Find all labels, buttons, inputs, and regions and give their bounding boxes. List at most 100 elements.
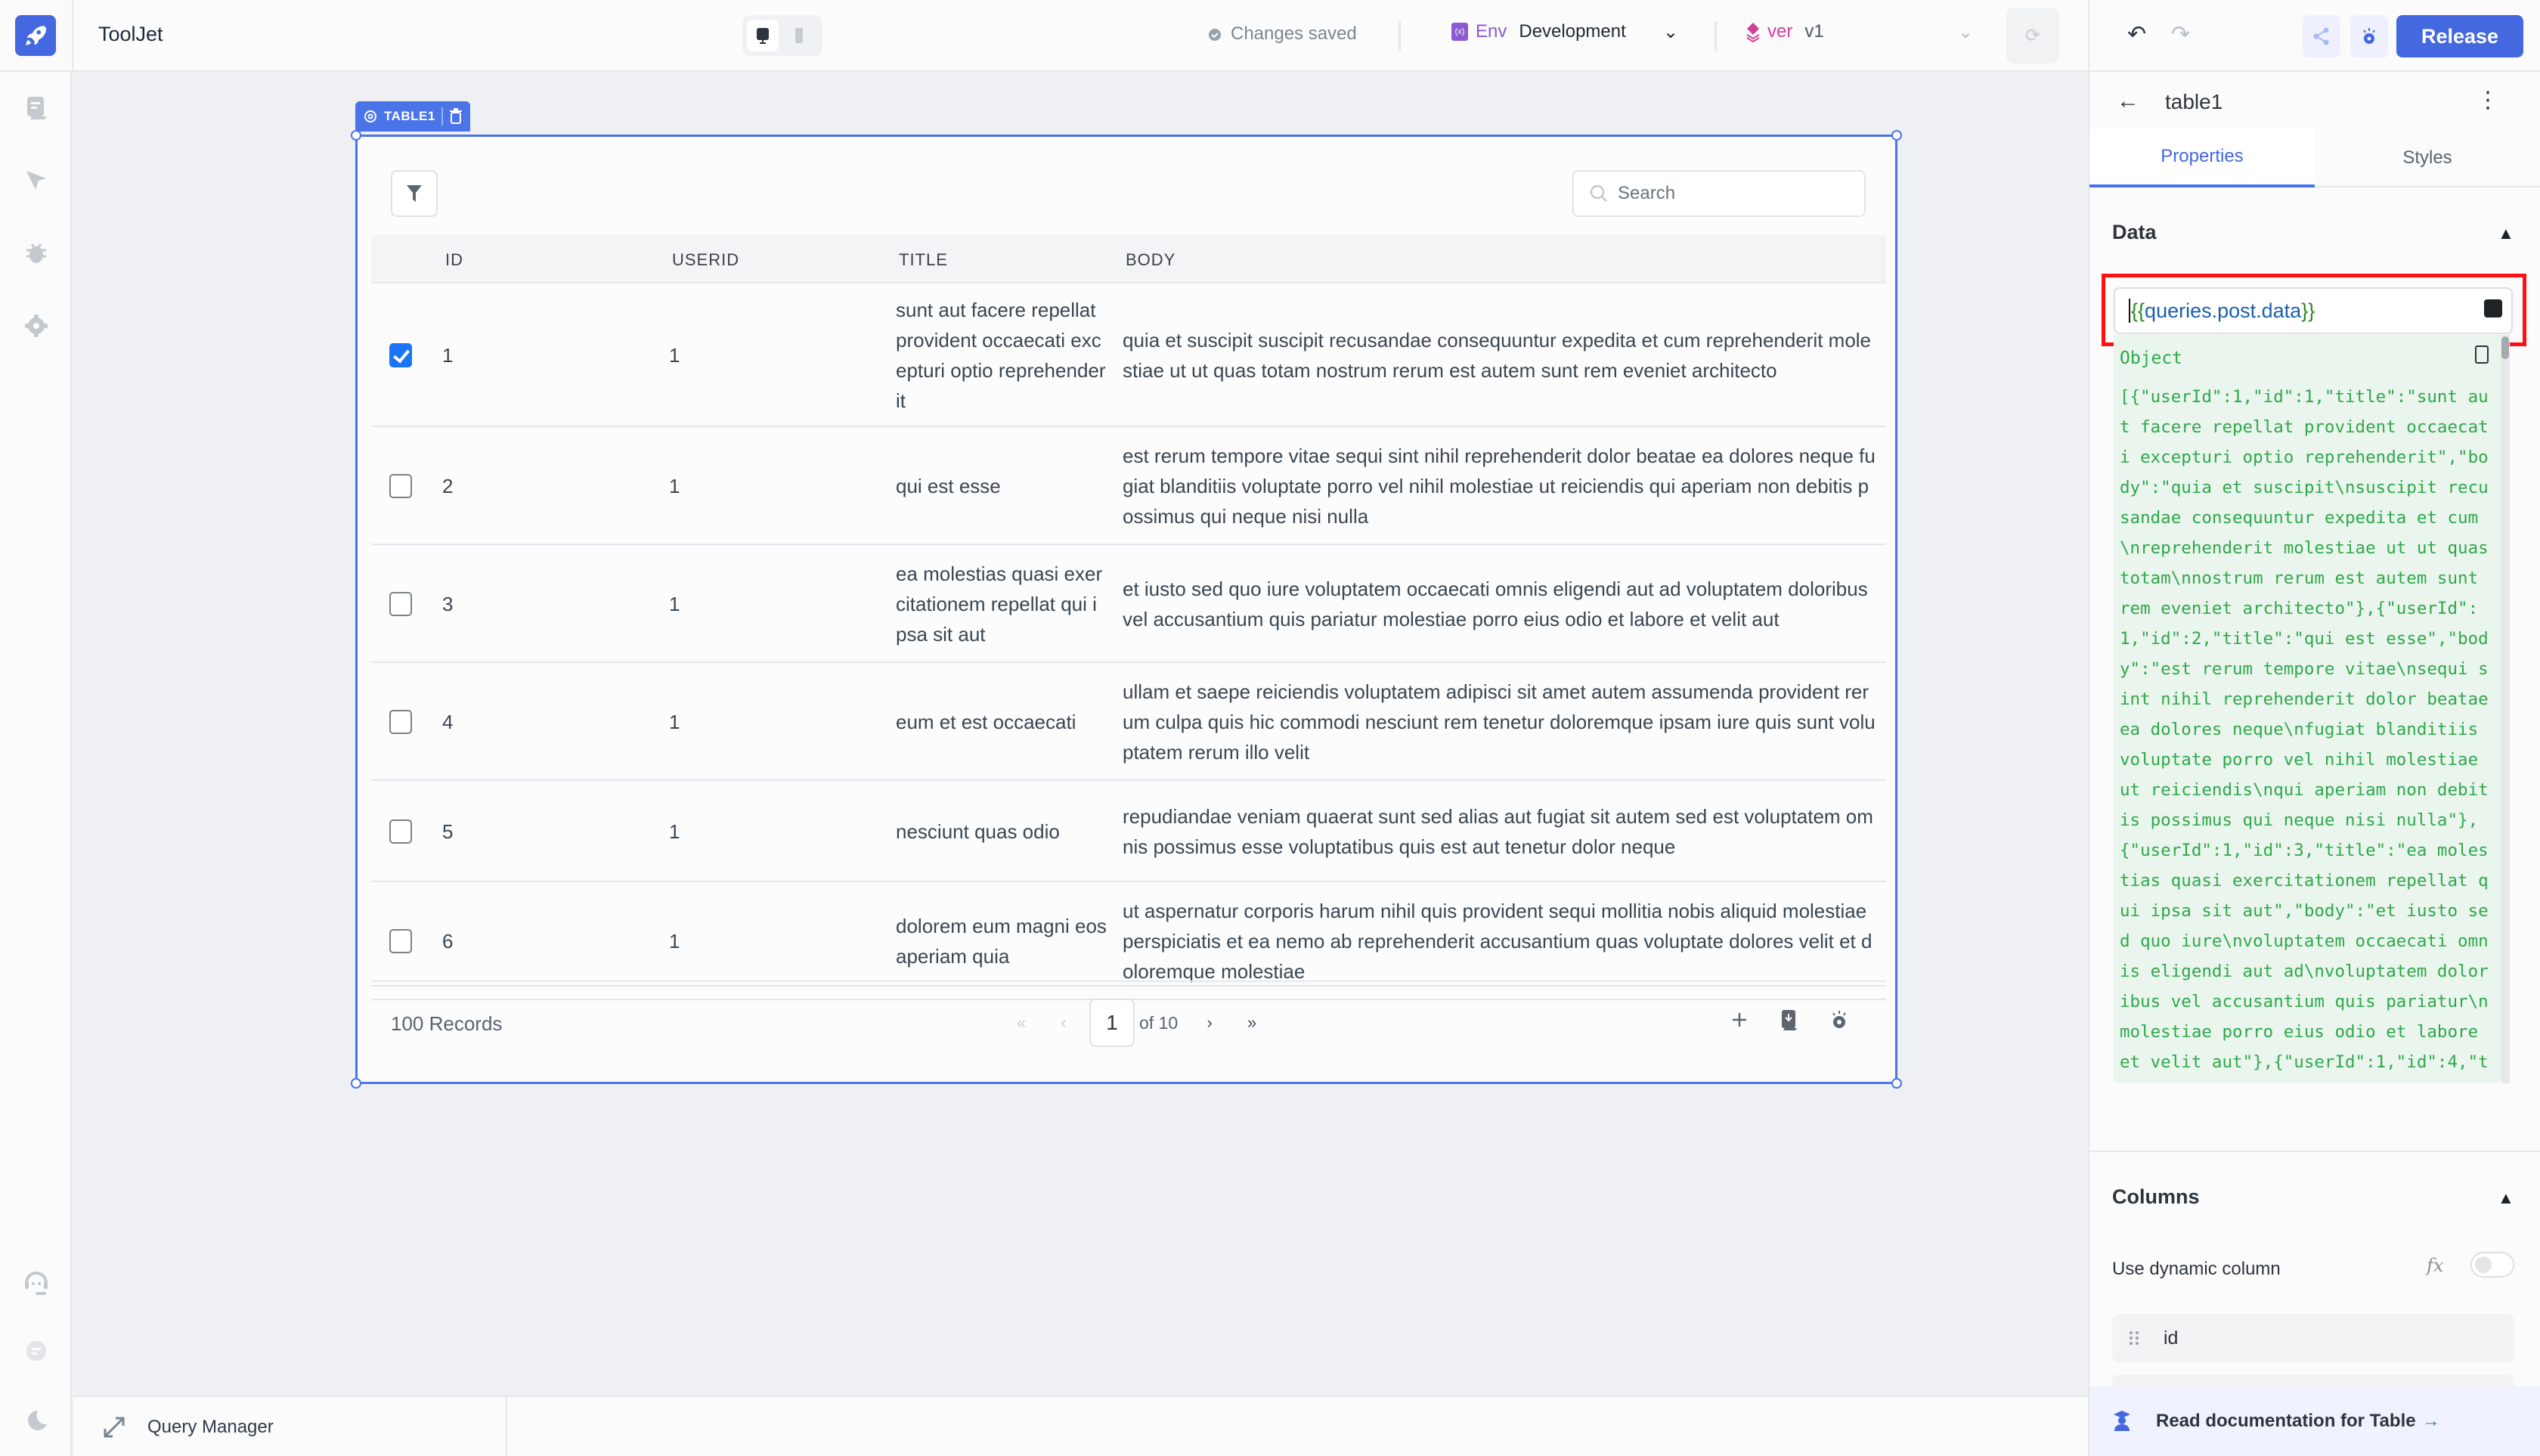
cell-body: est rerum tempore vitae sequi sint nihil… xyxy=(1123,445,1876,528)
columns-section-title[interactable]: Columns xyxy=(2112,1185,2200,1209)
column-visibility-button[interactable] xyxy=(1826,1006,1853,1033)
column-header-body[interactable]: BODY xyxy=(1126,250,1176,270)
data-section-title[interactable]: Data xyxy=(2112,221,2157,244)
fx-button[interactable]: fx xyxy=(2427,1255,2443,1276)
env-value: Development xyxy=(1519,21,1626,42)
save-status-text: Changes saved xyxy=(1231,23,1357,44)
data-expression-input[interactable]: {{ queries.post.data }} xyxy=(2114,287,2513,334)
column-item[interactable]: id xyxy=(2112,1314,2514,1362)
row-checkbox[interactable] xyxy=(389,929,412,953)
last-page-button[interactable]: » xyxy=(1231,1013,1273,1033)
sidebar-item-chat[interactable] xyxy=(23,1337,50,1365)
column-header-id[interactable]: ID xyxy=(445,250,463,270)
left-sidebar xyxy=(0,72,72,1456)
download-button[interactable] xyxy=(1776,1006,1803,1033)
share-button[interactable] xyxy=(2303,15,2340,57)
trash-icon[interactable] xyxy=(449,108,463,125)
cell-id: 6 xyxy=(442,930,454,953)
collapse-caret-icon[interactable]: ▲ xyxy=(2498,1188,2514,1208)
sidebar-item-settings[interactable] xyxy=(23,312,50,339)
resize-handle[interactable] xyxy=(351,130,361,141)
expand-query-manager-button[interactable] xyxy=(101,1414,128,1441)
filter-button[interactable] xyxy=(391,170,438,217)
table-row[interactable]: 2 1 qui est esse est rerum tempore vitae se… xyxy=(371,427,1886,545)
desktop-view-button[interactable] xyxy=(747,20,779,51)
row-checkbox[interactable] xyxy=(389,592,412,616)
component-name[interactable]: table1 xyxy=(2165,90,2222,114)
back-arrow-icon[interactable]: ← xyxy=(2117,88,2139,114)
environment-selector[interactable]: (x) Env Development xyxy=(1451,21,1626,42)
sidebar-item-pages[interactable] xyxy=(23,94,50,122)
table-row[interactable]: 3 1 ea molestias quasi exercitationem repe… xyxy=(371,545,1886,663)
top-bar: ToolJet Changes saved (x) Env Developmen… xyxy=(0,0,2088,72)
chevron-down-icon[interactable]: ⌄ xyxy=(1958,21,1973,43)
preview-button[interactable] xyxy=(2350,15,2388,57)
cell-id: 5 xyxy=(442,820,454,843)
drag-handle-icon[interactable] xyxy=(2129,1331,2139,1346)
scrollbar-thumb[interactable] xyxy=(2501,336,2509,359)
mobile-view-button[interactable] xyxy=(783,20,815,51)
device-toggle xyxy=(742,15,822,56)
download-icon xyxy=(1782,1010,1797,1030)
app-name[interactable]: ToolJet xyxy=(98,23,163,46)
divider xyxy=(506,1397,507,1456)
pages-icon xyxy=(27,97,47,119)
first-page-button[interactable]: « xyxy=(1000,1013,1042,1033)
preview-scrollbar[interactable] xyxy=(2501,335,2510,1083)
cell-userid: 1 xyxy=(669,475,680,497)
copy-icon[interactable] xyxy=(2475,345,2489,364)
table-row[interactable]: 5 1 nesciunt quas odio repudiandae veniam q… xyxy=(371,781,1886,882)
table-search[interactable] xyxy=(1572,170,1866,217)
widget-tag[interactable]: TABLE1 xyxy=(355,101,470,132)
sidebar-item-dark-mode[interactable] xyxy=(23,1408,50,1435)
query-manager-label[interactable]: Query Manager xyxy=(147,1417,274,1438)
row-checkbox[interactable] xyxy=(389,819,412,844)
prev-page-button[interactable]: ‹ xyxy=(1042,1013,1085,1033)
resize-handle[interactable] xyxy=(1891,1078,1902,1089)
doc-link-text: Read documentation for Table xyxy=(2156,1411,2416,1431)
tab-styles[interactable]: Styles xyxy=(2315,129,2540,187)
table-widget[interactable]: ID USERID TITLE BODY 1 1 sunt aut facere r… xyxy=(351,130,1902,1089)
chevron-down-icon[interactable]: ⌄ xyxy=(1663,21,1678,43)
more-options-icon[interactable]: ⋮ xyxy=(2476,87,2499,113)
tooljet-logo[interactable] xyxy=(15,15,56,56)
table-row[interactable]: 1 1 sunt aut facere repellat provident occ… xyxy=(371,283,1886,427)
release-button[interactable]: Release xyxy=(2396,15,2523,57)
expression-close-brace: }} xyxy=(2301,299,2315,322)
sidebar-item-inspector[interactable] xyxy=(23,167,50,194)
table-row[interactable]: 4 1 eum et est occaecati ullam et saepe rei… xyxy=(371,663,1886,781)
page-number-input[interactable]: 1 xyxy=(1089,999,1135,1047)
expand-editor-icon[interactable] xyxy=(2484,299,2502,318)
table-actions xyxy=(1726,1006,1853,1033)
undo-button[interactable]: ↶ xyxy=(2127,21,2146,48)
tab-properties[interactable]: Properties xyxy=(2089,129,2315,187)
sidebar-item-debugger[interactable] xyxy=(23,240,50,267)
redo-button[interactable]: ↷ xyxy=(2171,21,2190,48)
add-row-button[interactable] xyxy=(1726,1006,1753,1033)
desktop-icon xyxy=(757,28,769,44)
layers-icon xyxy=(1746,23,1760,42)
sync-button[interactable]: ⟳ xyxy=(2006,8,2059,64)
cell-title: ea molestias quasi exercitationem repell… xyxy=(896,562,1103,646)
documentation-link[interactable]: Read documentation for Table → xyxy=(2089,1386,2540,1456)
next-page-button[interactable]: › xyxy=(1188,1013,1231,1033)
dynamic-column-toggle[interactable] xyxy=(2470,1252,2514,1278)
sidebar-item-support[interactable] xyxy=(23,1269,50,1296)
column-header-userid[interactable]: USERID xyxy=(672,250,739,270)
search-input[interactable] xyxy=(1618,183,1845,204)
expand-icon xyxy=(104,1417,125,1438)
row-checkbox[interactable] xyxy=(389,343,412,367)
cell-title: dolorem eum magni eos aperiam quia xyxy=(896,915,1107,968)
resize-handle[interactable] xyxy=(351,1078,361,1089)
version-selector[interactable]: ver v1 xyxy=(1745,21,1824,42)
row-checkbox[interactable] xyxy=(389,474,412,498)
env-label: Env xyxy=(1476,21,1507,42)
cell-body: quia et suscipit suscipit recusandae con… xyxy=(1123,329,1872,382)
column-header-title[interactable]: TITLE xyxy=(899,250,948,270)
settings-icon xyxy=(25,314,48,337)
collapse-caret-icon[interactable]: ▲ xyxy=(2498,224,2514,243)
resize-handle[interactable] xyxy=(1891,130,1902,141)
cell-title: sunt aut facere repellat provident occae… xyxy=(896,299,1106,412)
row-checkbox[interactable] xyxy=(389,710,412,734)
version-value: v1 xyxy=(1804,21,1824,42)
